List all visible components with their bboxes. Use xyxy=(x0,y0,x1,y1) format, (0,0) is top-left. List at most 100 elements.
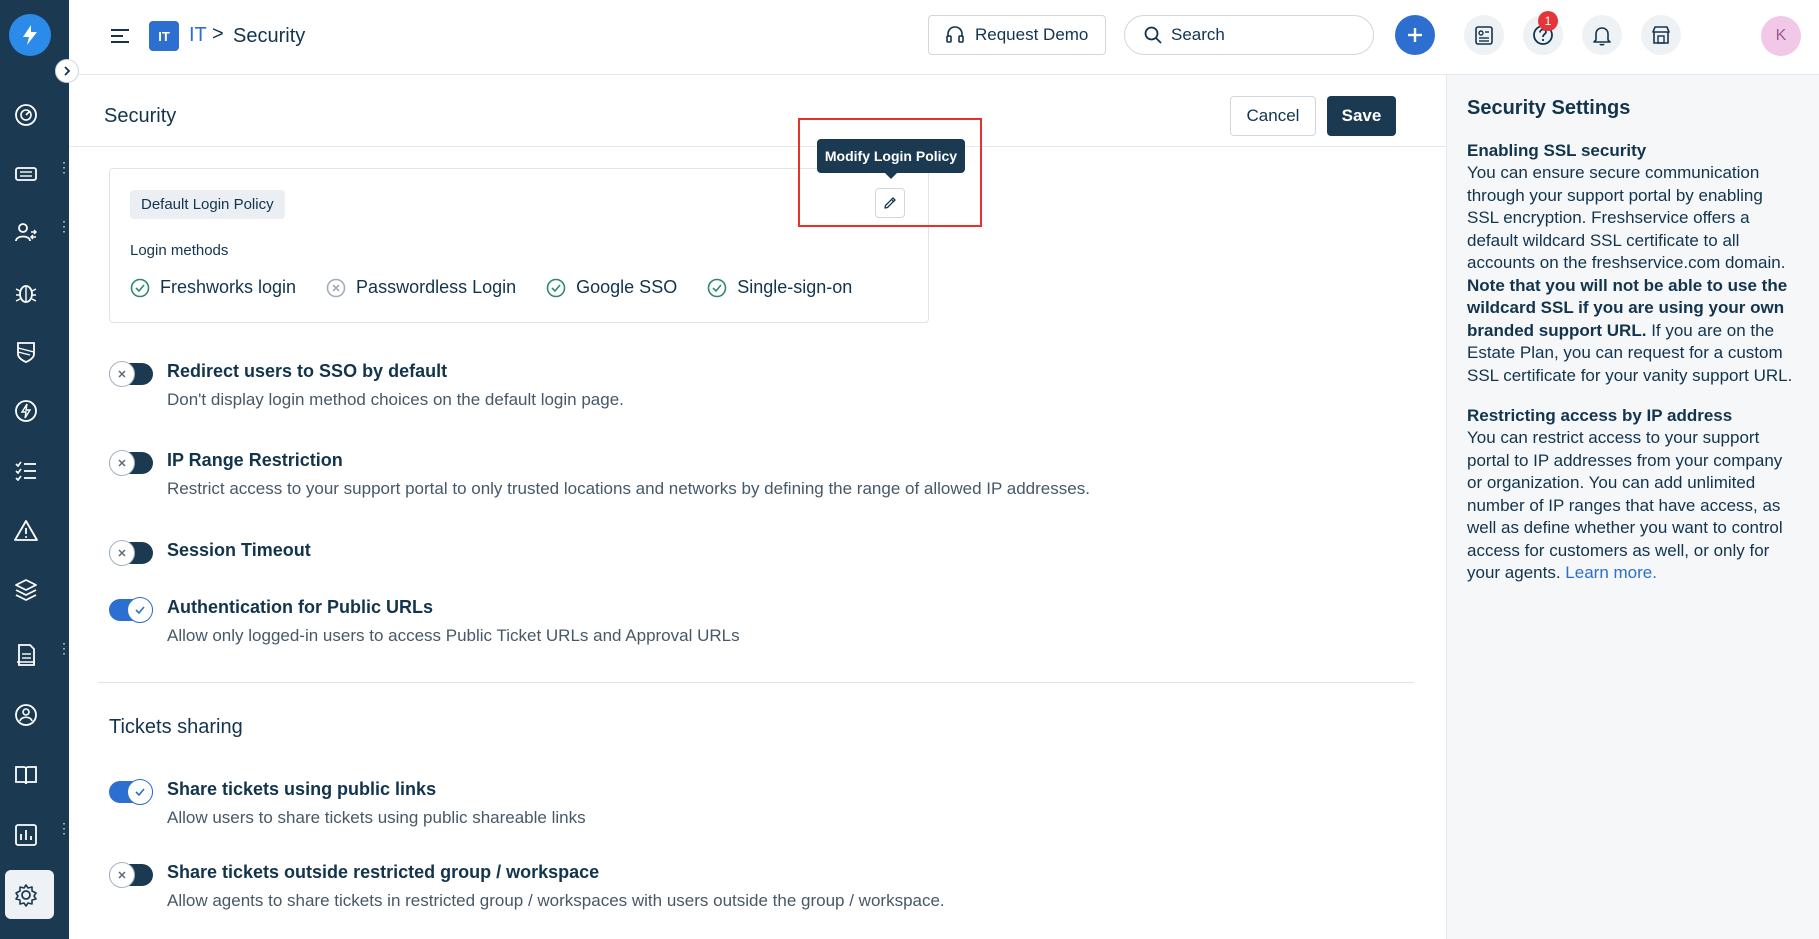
search-icon xyxy=(1144,26,1162,44)
headset-icon xyxy=(946,26,964,43)
help-side-panel: Security Settings Enabling SSL security … xyxy=(1446,75,1819,939)
x-circle-icon xyxy=(326,278,346,297)
nav-releases[interactable] xyxy=(0,386,69,434)
page-header: Security Cancel Save xyxy=(69,75,1446,147)
nav-dashboard[interactable] xyxy=(0,90,69,138)
setting-title: Share tickets outside restricted group /… xyxy=(167,862,600,882)
login-method-item: Single-sign-on xyxy=(707,277,852,298)
panel-title: Security Settings xyxy=(1467,97,1631,119)
bell-icon xyxy=(1593,27,1611,46)
user-avatar[interactable]: K xyxy=(1761,16,1801,56)
nav-alerts[interactable] xyxy=(0,506,69,554)
ip-help-section: Restricting access by IP address You can… xyxy=(1467,405,1799,585)
menu-icon[interactable] xyxy=(108,24,132,48)
section-divider xyxy=(98,682,1414,683)
breadcrumb-current-page: Security xyxy=(233,25,306,47)
tasks-icon xyxy=(15,461,36,482)
login-method-label: Google SSO xyxy=(576,277,678,297)
modify-login-policy-tooltip: Modify Login Policy xyxy=(817,139,965,179)
breadcrumb-workspace[interactable]: IT xyxy=(189,24,207,47)
changes-icon xyxy=(17,342,35,363)
nav-settings[interactable] xyxy=(0,870,69,919)
store-icon xyxy=(1652,26,1670,44)
nav-assets[interactable] xyxy=(0,565,69,613)
ssl-help-text: You can ensure secure communication thro… xyxy=(1467,162,1799,387)
cancel-button[interactable]: Cancel xyxy=(1230,96,1316,136)
nav-problems[interactable] xyxy=(0,268,69,316)
nav-tasks[interactable] xyxy=(0,446,69,494)
search-input[interactable]: Search xyxy=(1124,15,1374,55)
request-demo-button[interactable]: Request Demo xyxy=(928,15,1106,55)
more-options-icon[interactable]: ⋮ xyxy=(57,821,71,835)
catalog-icon xyxy=(1475,26,1493,45)
nav-reports[interactable]: ⋮ xyxy=(0,810,71,858)
nav-tickets[interactable]: ⋮ xyxy=(0,149,71,197)
setting-description: Allow agents to share tickets in restric… xyxy=(167,891,945,910)
search-placeholder: Search xyxy=(1171,25,1225,44)
login-method-item: Passwordless Login xyxy=(326,277,516,298)
login-method-item: Freshworks login xyxy=(130,277,296,298)
more-options-icon[interactable]: ⋮ xyxy=(57,641,71,655)
support-icon xyxy=(15,704,37,726)
more-options-icon[interactable]: ⋮ xyxy=(57,160,71,174)
notifications-button[interactable] xyxy=(1582,15,1622,55)
login-method-label: Passwordless Login xyxy=(356,277,517,297)
workspace-badge[interactable]: IT xyxy=(149,21,179,51)
login-methods-list: Freshworks login Passwordless Login Goog… xyxy=(130,277,882,298)
x-icon xyxy=(118,370,126,378)
ssl-help-section: Enabling SSL security You can ensure sec… xyxy=(1467,140,1799,387)
x-icon xyxy=(118,871,126,879)
more-options-icon[interactable]: ⋮ xyxy=(57,219,71,233)
public-url-auth-toggle[interactable] xyxy=(109,597,153,623)
help-notification-badge: 1 xyxy=(1538,11,1558,31)
share-public-links-toggle[interactable] xyxy=(109,779,153,805)
setting-description: Restrict access to your support portal t… xyxy=(167,479,1090,498)
setting-title: Authentication for Public URLs xyxy=(167,597,434,617)
redirect-sso-toggle[interactable] xyxy=(109,361,153,387)
edit-login-policy-button[interactable] xyxy=(875,188,905,218)
policy-tag: Default Login Policy xyxy=(130,190,285,219)
login-method-label: Single-sign-on xyxy=(737,277,853,297)
setting-title: Share tickets using public links xyxy=(167,779,437,799)
problems-icon xyxy=(15,285,37,303)
new-item-button[interactable] xyxy=(1395,15,1435,55)
share-outside-group-toggle[interactable] xyxy=(109,862,153,888)
tickets-icon xyxy=(15,167,37,181)
login-method-label: Freshworks login xyxy=(160,277,297,297)
main-content: Security Cancel Save Default Login Polic… xyxy=(69,75,1446,939)
contacts-icon xyxy=(15,223,37,242)
setting-title: Redirect users to SSO by default xyxy=(167,361,448,381)
x-icon xyxy=(118,459,126,467)
check-icon xyxy=(135,788,145,797)
session-timeout-toggle[interactable] xyxy=(109,540,153,566)
ssl-help-text-part: You can ensure secure communication thro… xyxy=(1467,163,1786,272)
ssl-help-title: Enabling SSL security xyxy=(1467,141,1647,160)
request-demo-label: Request Demo xyxy=(975,25,1089,44)
setting-description: Allow users to share tickets using publi… xyxy=(167,808,586,827)
documents-icon xyxy=(17,644,35,666)
nav-documents[interactable]: ⋮ xyxy=(0,630,71,678)
assets-icon xyxy=(15,579,37,601)
nav-contacts[interactable]: ⋮ xyxy=(0,208,71,256)
breadcrumb-separator: > xyxy=(212,23,224,45)
solutions-icon xyxy=(15,766,37,785)
check-circle-icon xyxy=(707,278,727,297)
left-nav: ⋮ ⋮ ⋮ ⋮ xyxy=(0,0,71,939)
freshservice-logo-icon[interactable] xyxy=(9,14,51,56)
dashboard-icon xyxy=(15,104,37,126)
check-circle-icon xyxy=(130,278,150,297)
check-circle-icon xyxy=(546,278,566,297)
learn-more-link[interactable]: Learn more. xyxy=(1565,563,1657,582)
ip-range-toggle[interactable] xyxy=(109,450,153,476)
setting-title: IP Range Restriction xyxy=(167,450,343,470)
login-method-item: Google SSO xyxy=(546,277,677,298)
marketplace-button[interactable] xyxy=(1641,15,1681,55)
page-title: Security xyxy=(104,105,177,127)
service-catalog-button[interactable] xyxy=(1464,15,1504,55)
check-icon xyxy=(135,606,145,615)
save-button[interactable]: Save xyxy=(1327,96,1396,136)
expand-nav-button[interactable] xyxy=(55,59,79,83)
nav-support[interactable] xyxy=(0,690,69,738)
nav-solutions[interactable] xyxy=(0,750,69,798)
nav-changes[interactable] xyxy=(0,327,69,375)
